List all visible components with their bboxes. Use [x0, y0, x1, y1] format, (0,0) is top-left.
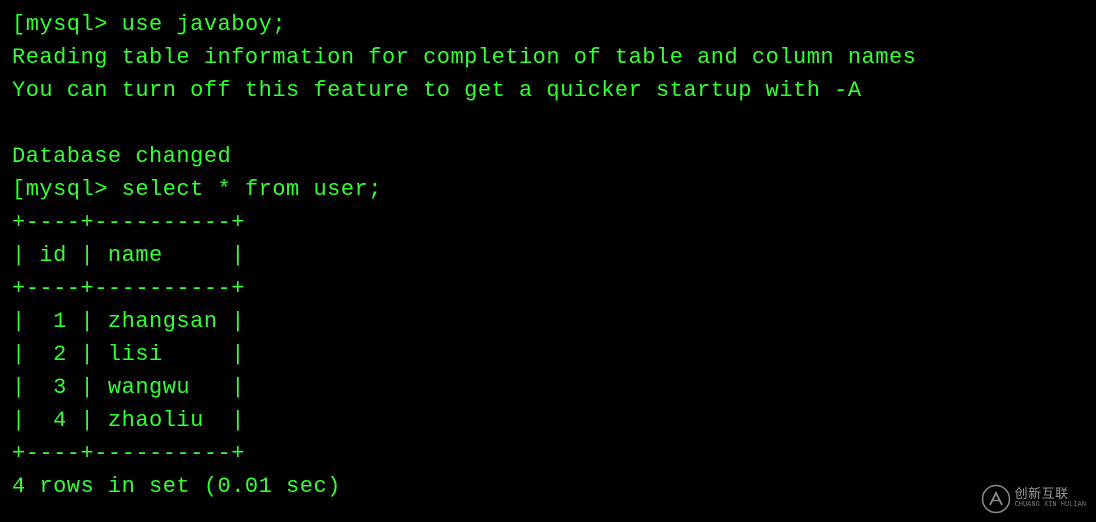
- table-header-row: | id | name |: [12, 239, 1084, 272]
- command-text: select * from user;: [122, 177, 382, 202]
- table-row: | 4 | zhaoliu |: [12, 404, 1084, 437]
- mysql-prompt: mysql>: [26, 177, 108, 202]
- bracket-open: [: [12, 12, 26, 37]
- bracket-open: [: [12, 177, 26, 202]
- info-line: Reading table information for completion…: [12, 41, 1084, 74]
- result-summary: 4 rows in set (0.01 sec): [12, 470, 1084, 503]
- watermark: 创新互联 CHUANG XIN HULIAN: [981, 484, 1086, 514]
- blank-line: [12, 107, 1084, 140]
- command-text: use javaboy;: [122, 12, 286, 37]
- table-border-bottom: +----+----------+: [12, 437, 1084, 470]
- db-changed-line: Database changed: [12, 140, 1084, 173]
- table-border-mid: +----+----------+: [12, 272, 1084, 305]
- info-line: You can turn off this feature to get a q…: [12, 74, 1084, 107]
- table-border-top: +----+----------+: [12, 206, 1084, 239]
- watermark-text: 创新互联 CHUANG XIN HULIAN: [1015, 488, 1086, 510]
- mysql-prompt: mysql>: [26, 12, 108, 37]
- watermark-brand: 创新互联: [1015, 488, 1086, 502]
- watermark-logo-icon: [981, 484, 1011, 514]
- table-row: | 2 | lisi |: [12, 338, 1084, 371]
- command-line-2[interactable]: [mysql> select * from user;: [12, 173, 1084, 206]
- table-row: | 1 | zhangsan |: [12, 305, 1084, 338]
- table-row: | 3 | wangwu |: [12, 371, 1084, 404]
- command-line-1[interactable]: [mysql> use javaboy;: [12, 8, 1084, 41]
- watermark-sub: CHUANG XIN HULIAN: [1015, 502, 1086, 510]
- terminal-output: [mysql> use javaboy; Reading table infor…: [12, 8, 1084, 503]
